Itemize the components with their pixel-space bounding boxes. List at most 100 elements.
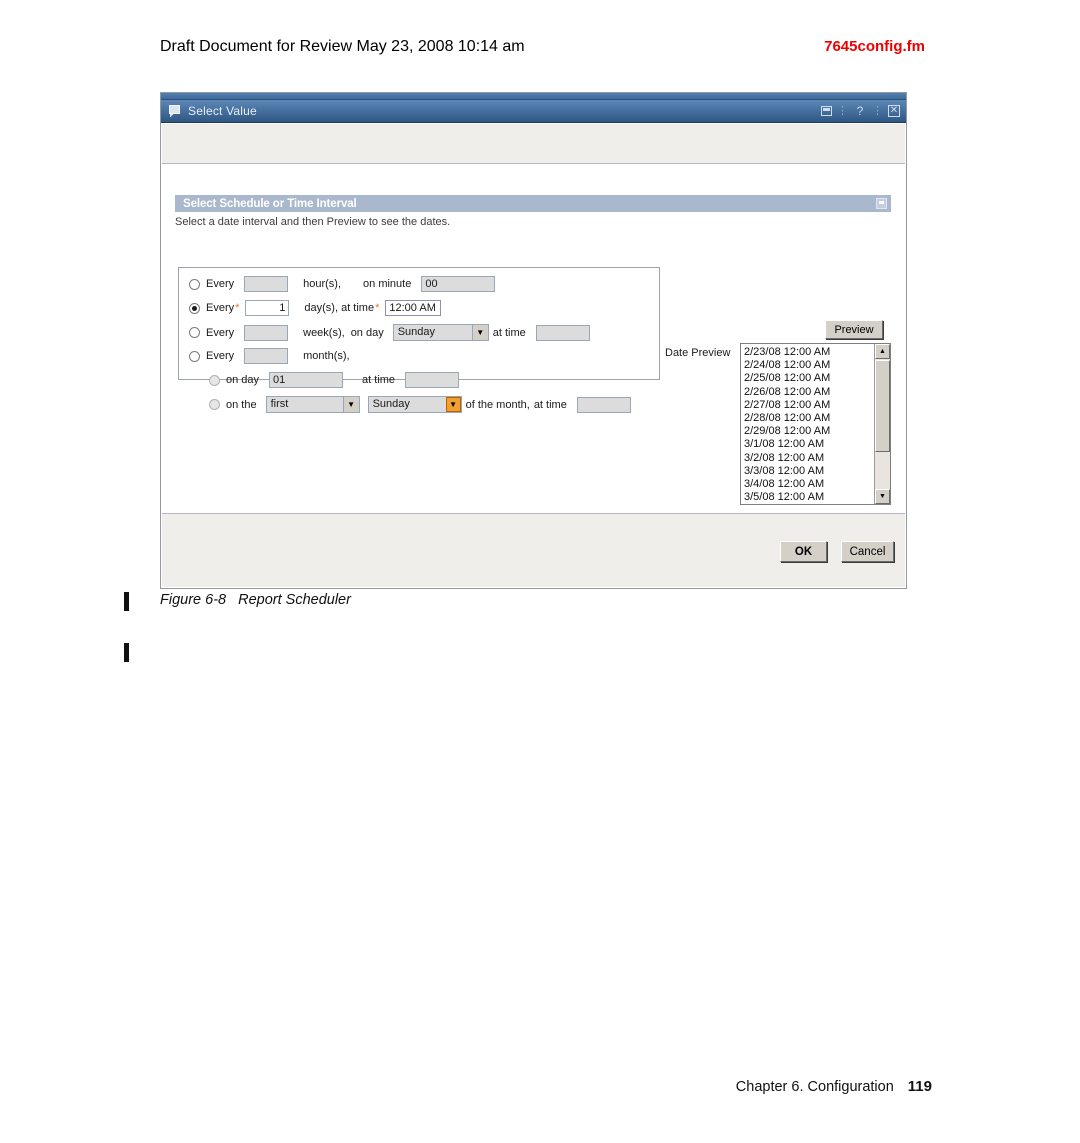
schedule-row-weekly[interactable]: Every week(s), on day Sunday ▼ at time bbox=[189, 324, 595, 341]
date-preview-label: Date Preview bbox=[665, 347, 731, 359]
weekly-on-day-label: on day bbox=[350, 326, 384, 339]
dialog-title: Select Value bbox=[188, 104, 257, 118]
hourly-minute-input[interactable]: 00 bbox=[421, 276, 496, 292]
select-value-dialog: Select Value ⋮ ? ⋮ ✕ Select Schedule or … bbox=[160, 92, 907, 589]
cancel-button[interactable]: Cancel bbox=[841, 541, 894, 562]
figure-caption: Figure 6-8 Report Scheduler bbox=[160, 592, 351, 608]
monthly-option-on-day[interactable]: on day 01 at time bbox=[209, 372, 464, 388]
list-item[interactable]: 3/2/08 12:00 AM bbox=[744, 452, 874, 465]
monthly-option-on-the[interactable]: on the first ▼ Sunday ▼ of the month, at… bbox=[209, 396, 636, 413]
required-asterisk-icon: * bbox=[235, 302, 240, 314]
weekly-at-time-label: at time bbox=[492, 326, 526, 339]
chapter-label: Chapter 6. Configuration bbox=[735, 1079, 894, 1095]
schedule-row-daily[interactable]: Every * 1 day(s), at time * 12:00 AM bbox=[189, 300, 446, 316]
change-bar bbox=[124, 643, 129, 662]
schedule-row-monthly[interactable]: Every month(s), bbox=[189, 348, 355, 364]
dialog-toolbar-band bbox=[162, 124, 905, 164]
titlebar-separator: ⋮ bbox=[872, 104, 883, 117]
on-day-input[interactable]: 01 bbox=[269, 372, 344, 388]
list-item[interactable]: 2/28/08 12:00 AM bbox=[744, 412, 874, 425]
list-item[interactable]: 2/25/08 12:00 AM bbox=[744, 372, 874, 385]
radio-hourly[interactable] bbox=[189, 278, 200, 290]
weekly-day-value: Sunday bbox=[397, 326, 436, 338]
draft-notice: Draft Document for Review May 23, 2008 1… bbox=[160, 38, 525, 55]
chevron-down-icon[interactable]: ▼ bbox=[445, 397, 461, 412]
list-item[interactable]: 3/3/08 12:00 AM bbox=[744, 465, 874, 478]
listbox-scrollbar[interactable]: ▲ ▼ bbox=[874, 344, 890, 504]
titlebar-button-group: ⋮ ? ⋮ ✕ bbox=[821, 105, 900, 117]
radio-weekly[interactable] bbox=[189, 327, 200, 338]
on-day-label: on day bbox=[226, 374, 260, 386]
hourly-minute-label: on minute bbox=[363, 278, 412, 290]
scroll-down-icon[interactable]: ▼ bbox=[875, 489, 890, 504]
list-item[interactable]: 2/27/08 12:00 AM bbox=[744, 399, 874, 412]
titlebar-separator: ⋮ bbox=[837, 104, 848, 117]
weekday-value: Sunday bbox=[372, 398, 410, 410]
dialog-top-strip bbox=[161, 93, 906, 100]
list-item[interactable]: 2/29/08 12:00 AM bbox=[744, 425, 874, 438]
required-asterisk-icon: * bbox=[375, 302, 380, 314]
weekly-unit-label: week(s), bbox=[303, 326, 345, 339]
ok-button[interactable]: OK bbox=[780, 541, 827, 562]
chevron-down-icon[interactable]: ▼ bbox=[342, 397, 359, 412]
schedule-row-hourly[interactable]: Every hour(s), on minute 00 bbox=[189, 276, 500, 292]
page-footer: Chapter 6. Configuration 119 bbox=[0, 1078, 932, 1095]
restore-icon[interactable] bbox=[821, 106, 832, 116]
weekly-day-select[interactable]: Sunday ▼ bbox=[392, 324, 489, 341]
monthly-interval-input[interactable] bbox=[244, 348, 289, 364]
on-day-time-input[interactable] bbox=[405, 372, 460, 388]
daily-interval-input[interactable]: 1 bbox=[245, 300, 290, 316]
weekday-select[interactable]: Sunday ▼ bbox=[367, 396, 462, 413]
list-item[interactable]: 2/24/08 12:00 AM bbox=[744, 359, 874, 372]
monthly-unit-label: month(s), bbox=[303, 350, 350, 362]
section-title: Select Schedule or Time Interval bbox=[183, 197, 357, 210]
dialog-content-area: Select Schedule or Time Interval Select … bbox=[162, 165, 905, 512]
date-preview-items: 2/23/08 12:00 AM 2/24/08 12:00 AM 2/25/0… bbox=[741, 344, 874, 504]
on-the-time-input[interactable] bbox=[576, 396, 631, 413]
list-item[interactable]: 3/5/08 12:00 AM bbox=[744, 491, 874, 504]
preview-button[interactable]: Preview bbox=[825, 320, 883, 339]
list-item[interactable]: 3/4/08 12:00 AM bbox=[744, 478, 874, 491]
weekly-interval-input[interactable] bbox=[244, 324, 289, 341]
monthly-every-label: Every bbox=[206, 350, 235, 362]
scroll-up-icon[interactable]: ▲ bbox=[875, 344, 890, 359]
hourly-interval-input[interactable] bbox=[244, 276, 289, 292]
daily-time-input[interactable]: 12:00 AM bbox=[385, 300, 442, 316]
on-the-label: on the bbox=[226, 398, 257, 411]
dialog-footer-band: OK Cancel bbox=[162, 513, 905, 587]
radio-on-the[interactable] bbox=[209, 399, 220, 410]
date-preview-listbox[interactable]: 2/23/08 12:00 AM 2/24/08 12:00 AM 2/25/0… bbox=[740, 343, 891, 505]
figure-title: Report Scheduler bbox=[238, 592, 351, 608]
ordinal-value: first bbox=[270, 398, 289, 410]
on-day-at-time-label: at time bbox=[362, 374, 396, 386]
ordinal-select[interactable]: first ▼ bbox=[265, 396, 360, 413]
radio-daily[interactable] bbox=[189, 302, 200, 314]
on-the-suffix-label: of the month, bbox=[465, 398, 530, 411]
dialog-titlebar: Select Value ⋮ ? ⋮ ✕ bbox=[161, 100, 906, 123]
weekly-time-input[interactable] bbox=[535, 324, 590, 341]
help-icon[interactable]: ? bbox=[853, 105, 867, 117]
close-icon[interactable]: ✕ bbox=[888, 105, 900, 117]
hourly-every-label: Every bbox=[206, 278, 235, 290]
schedule-groupbox: Every hour(s), on minute 00 Every * 1 da… bbox=[178, 267, 660, 413]
section-header: Select Schedule or Time Interval bbox=[175, 195, 891, 212]
list-item[interactable]: 2/23/08 12:00 AM bbox=[744, 346, 874, 359]
daily-every-label: Every bbox=[206, 302, 235, 314]
on-the-at-time-label: at time bbox=[533, 398, 567, 411]
chevron-down-icon[interactable]: ▼ bbox=[471, 325, 488, 340]
hourly-unit-label: hour(s), bbox=[303, 278, 342, 290]
page-number: 119 bbox=[907, 1078, 932, 1095]
list-item[interactable]: 3/1/08 12:00 AM bbox=[744, 438, 874, 451]
daily-unit-label: day(s), at time bbox=[304, 302, 375, 314]
weekly-every-label: Every bbox=[206, 326, 235, 339]
radio-on-day[interactable] bbox=[209, 374, 220, 386]
scrollbar-thumb[interactable] bbox=[875, 360, 890, 452]
figure-number: Figure 6-8 bbox=[160, 592, 227, 608]
file-name: 7645config.fm bbox=[824, 38, 925, 55]
list-item[interactable]: 2/26/08 12:00 AM bbox=[744, 386, 874, 399]
page-header: Draft Document for Review May 23, 2008 1… bbox=[160, 38, 925, 56]
radio-monthly[interactable] bbox=[189, 350, 200, 362]
panel-collapse-icon[interactable] bbox=[876, 198, 887, 209]
section-subtitle: Select a date interval and then Preview … bbox=[175, 216, 451, 228]
window-icon bbox=[169, 104, 182, 118]
